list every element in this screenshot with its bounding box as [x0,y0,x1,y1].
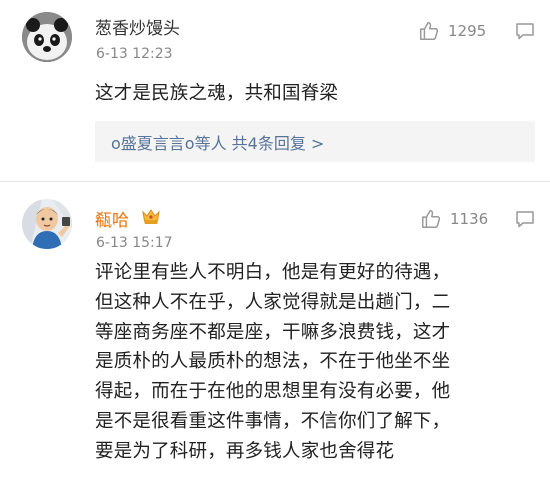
thumbs-up-icon [422,210,441,228]
comment-text-line: 这才是民族之魂，共和国脊梁 [95,83,339,104]
like-button[interactable]: 1136 [420,207,488,231]
comment-bubble-icon [516,23,534,40]
thumbs-up-icon [420,22,439,40]
comment-text-line: 是质朴的人最质朴的想法，不在于他坐不坐 [95,351,451,373]
comment-text-line: 评论里有些人不明白，他是有更好的待遇， [95,262,451,283]
comment-text-line: 是不是很看重这件事情，不信你们了解下， [95,410,451,432]
reply-button[interactable] [515,22,535,40]
like-button[interactable]: 1295 [418,19,486,43]
comment-text: 评论里有些人不明白，他是有更好的待遇， 但这种人不在乎，人家觉得就是出趟门，二 … [95,258,535,467]
username[interactable]: 瓻哈 [95,206,129,231]
username[interactable]: 葱香炒馒头 [95,14,180,39]
comment-text-line: 但这种人不在乎，人家觉得就是出趟门，二 [95,291,451,313]
comment-item: 瓻哈 6-13 15:17 1136 评论里有些人不明白，他是有更好的待遇， 但… [0,186,550,490]
user-avatar[interactable] [22,12,72,62]
vip-crown-icon [141,207,161,225]
avatar-panda-icon [22,12,72,62]
comment-text-line: 得起，而在于在他的思想里有没有必要，他 [95,381,451,403]
view-replies-link[interactable]: o盛夏言言o等人 共4条回复 > [111,130,324,154]
replies-preview[interactable]: o盛夏言言o等人 共4条回复 > [95,121,535,162]
comment-divider [0,181,550,182]
avatar-cartoon-icon [22,199,72,249]
comment-bubble-icon [516,211,534,228]
reply-button[interactable] [515,210,535,228]
like-count: 1136 [450,210,489,228]
like-count: 1295 [448,22,487,40]
comment-item: 葱香炒馒头 6-13 12:23 1295 这才是民族之魂，共和国脊梁 o盛夏言… [0,0,550,182]
comment-text-line: 要是为了科研，再多钱人家也舍得花 [95,440,395,462]
comment-timestamp: 6-13 15:17 [96,235,173,251]
comment-timestamp: 6-13 12:23 [96,46,173,62]
comment-text: 这才是民族之魂，共和国脊梁 [95,79,338,109]
user-avatar[interactable] [22,199,72,249]
comment-text-line: 等座商务座不都是座，干嘛多浪费钱，这才 [95,321,451,343]
